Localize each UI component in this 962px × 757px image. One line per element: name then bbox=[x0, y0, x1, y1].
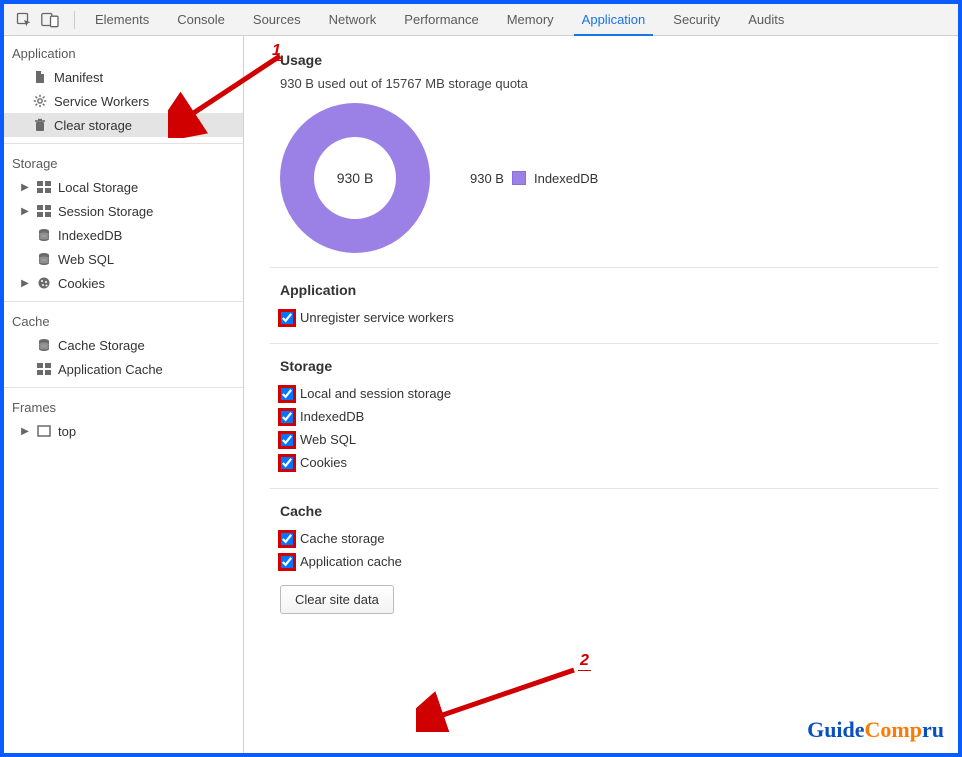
cookie-icon bbox=[36, 275, 52, 291]
toolbar-divider bbox=[74, 11, 75, 29]
option-websql[interactable]: Web SQL bbox=[280, 428, 938, 451]
checkbox-websql[interactable] bbox=[280, 433, 294, 447]
chevron-right-icon: ▶ bbox=[20, 426, 30, 437]
sidebar-item-label: top bbox=[58, 424, 76, 439]
table-icon bbox=[36, 203, 52, 219]
clear-site-data-button[interactable]: Clear site data bbox=[280, 585, 394, 614]
option-label: Unregister service workers bbox=[300, 310, 454, 325]
trash-icon bbox=[32, 117, 48, 133]
section-heading-storage: Storage bbox=[280, 358, 938, 374]
database-icon bbox=[36, 227, 52, 243]
option-label: Cache storage bbox=[300, 531, 385, 546]
sidebar-section-application: Application bbox=[4, 40, 243, 65]
frame-icon bbox=[36, 423, 52, 439]
option-unregister-service-workers[interactable]: Unregister service workers bbox=[280, 306, 938, 329]
sidebar-item-label: Cache Storage bbox=[58, 338, 145, 353]
sidebar-section-storage: Storage bbox=[4, 150, 243, 175]
option-application-cache[interactable]: Application cache bbox=[280, 550, 938, 573]
tab-performance[interactable]: Performance bbox=[390, 4, 492, 35]
checkbox-application-cache[interactable] bbox=[280, 555, 294, 569]
panel-tabs: Elements Console Sources Network Perform… bbox=[81, 4, 798, 35]
sidebar-item-application-cache[interactable]: ▶ Application Cache bbox=[4, 357, 243, 381]
table-icon bbox=[36, 179, 52, 195]
tab-security[interactable]: Security bbox=[659, 4, 734, 35]
gear-icon bbox=[32, 93, 48, 109]
devtools-tabbar: Elements Console Sources Network Perform… bbox=[4, 4, 958, 36]
legend-value: 930 B bbox=[470, 171, 504, 186]
checkbox-unregister-service-workers[interactable] bbox=[280, 311, 294, 325]
sidebar-section-cache: Cache bbox=[4, 308, 243, 333]
database-icon bbox=[36, 251, 52, 267]
option-label: Local and session storage bbox=[300, 386, 451, 401]
sidebar-item-label: IndexedDB bbox=[58, 228, 122, 243]
sidebar-item-label: Local Storage bbox=[58, 180, 138, 195]
sidebar-item-indexeddb[interactable]: ▶ IndexedDB bbox=[4, 223, 243, 247]
chevron-right-icon: ▶ bbox=[20, 278, 30, 289]
application-sidebar: Application Manifest Service Workers Cle… bbox=[4, 36, 244, 753]
table-icon bbox=[36, 361, 52, 377]
usage-heading: Usage bbox=[280, 52, 938, 68]
usage-legend: 930 B IndexedDB bbox=[470, 171, 598, 186]
option-label: Web SQL bbox=[300, 432, 356, 447]
sidebar-item-websql[interactable]: ▶ Web SQL bbox=[4, 247, 243, 271]
option-local-session-storage[interactable]: Local and session storage bbox=[280, 382, 938, 405]
usage-donut-chart: 930 B bbox=[280, 103, 430, 253]
annotation-number-1: 1 bbox=[272, 42, 281, 60]
toolbar-left-icons bbox=[8, 8, 68, 32]
section-heading-application: Application bbox=[280, 282, 938, 298]
tab-console[interactable]: Console bbox=[163, 4, 239, 35]
chevron-right-icon: ▶ bbox=[20, 206, 30, 217]
sidebar-item-label: Web SQL bbox=[58, 252, 114, 267]
sidebar-item-label: Manifest bbox=[54, 70, 103, 85]
chevron-right-icon: ▶ bbox=[20, 182, 30, 193]
sidebar-item-manifest[interactable]: Manifest bbox=[4, 65, 243, 89]
sidebar-item-label: Clear storage bbox=[54, 118, 132, 133]
sidebar-item-cache-storage[interactable]: ▶ Cache Storage bbox=[4, 333, 243, 357]
annotation-number-2: 2 bbox=[580, 652, 589, 670]
tab-audits[interactable]: Audits bbox=[734, 4, 798, 35]
checkbox-cookies[interactable] bbox=[280, 456, 294, 470]
option-label: Cookies bbox=[300, 455, 347, 470]
sidebar-item-label: Service Workers bbox=[54, 94, 149, 109]
device-toggle-icon[interactable] bbox=[38, 8, 62, 32]
option-cache-storage[interactable]: Cache storage bbox=[280, 527, 938, 550]
tab-application[interactable]: Application bbox=[568, 4, 660, 35]
option-cookies[interactable]: Cookies bbox=[280, 451, 938, 474]
sidebar-section-frames: Frames bbox=[4, 394, 243, 419]
sidebar-item-local-storage[interactable]: ▶ Local Storage bbox=[4, 175, 243, 199]
checkbox-local-session-storage[interactable] bbox=[280, 387, 294, 401]
sidebar-item-service-workers[interactable]: Service Workers bbox=[4, 89, 243, 113]
option-label: IndexedDB bbox=[300, 409, 364, 424]
clear-storage-panel: Usage 930 B used out of 15767 MB storage… bbox=[244, 36, 958, 753]
legend-swatch-icon bbox=[512, 171, 526, 185]
checkbox-indexeddb[interactable] bbox=[280, 410, 294, 424]
tab-memory[interactable]: Memory bbox=[493, 4, 568, 35]
document-icon bbox=[32, 69, 48, 85]
legend-label: IndexedDB bbox=[534, 171, 598, 186]
tab-network[interactable]: Network bbox=[315, 4, 391, 35]
usage-summary-text: 930 B used out of 15767 MB storage quota bbox=[280, 76, 938, 91]
sidebar-item-clear-storage[interactable]: Clear storage bbox=[4, 113, 243, 137]
sidebar-item-session-storage[interactable]: ▶ Session Storage bbox=[4, 199, 243, 223]
sidebar-item-label: Cookies bbox=[58, 276, 105, 291]
option-label: Application cache bbox=[300, 554, 402, 569]
database-icon bbox=[36, 337, 52, 353]
section-heading-cache: Cache bbox=[280, 503, 938, 519]
checkbox-cache-storage[interactable] bbox=[280, 532, 294, 546]
usage-donut-center-value: 930 B bbox=[280, 103, 430, 253]
inspect-icon[interactable] bbox=[12, 8, 36, 32]
option-indexeddb[interactable]: IndexedDB bbox=[280, 405, 938, 428]
watermark: GuideCompru bbox=[807, 717, 944, 743]
sidebar-item-cookies[interactable]: ▶ Cookies bbox=[4, 271, 243, 295]
tab-sources[interactable]: Sources bbox=[239, 4, 315, 35]
sidebar-item-frame-top[interactable]: ▶ top bbox=[4, 419, 243, 443]
tab-elements[interactable]: Elements bbox=[81, 4, 163, 35]
sidebar-item-label: Session Storage bbox=[58, 204, 153, 219]
sidebar-item-label: Application Cache bbox=[58, 362, 163, 377]
